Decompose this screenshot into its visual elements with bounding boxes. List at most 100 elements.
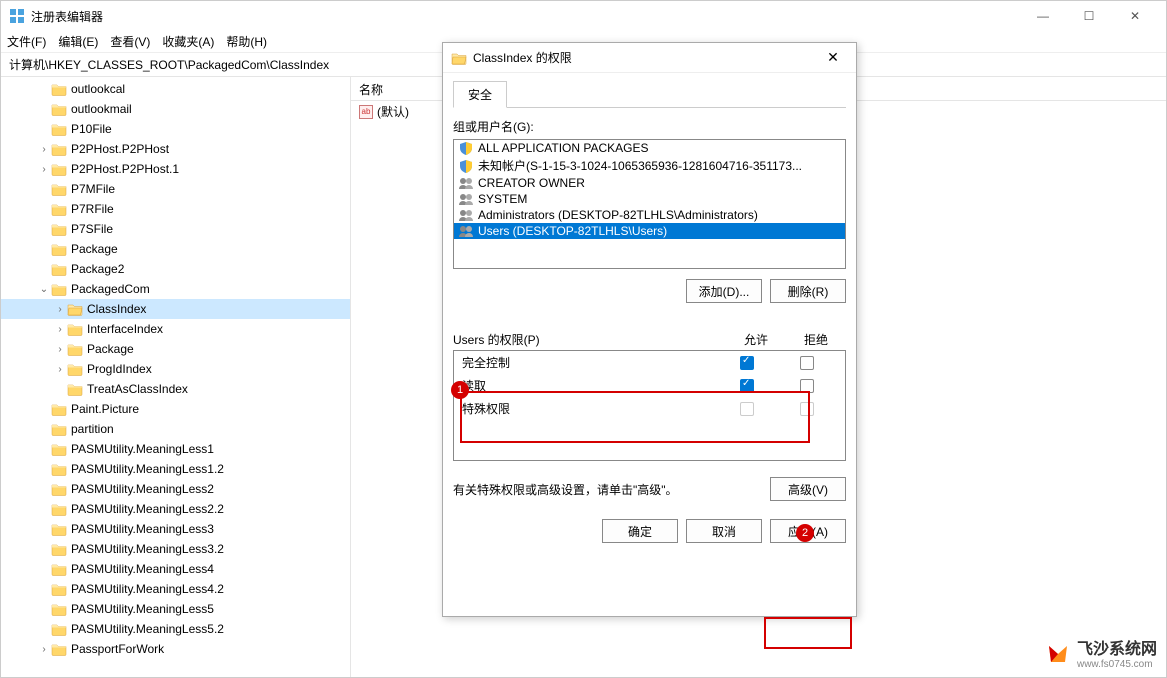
tree-item[interactable]: outlookmail <box>1 99 350 119</box>
remove-button[interactable]: 删除(R) <box>770 279 846 303</box>
checkbox-deny <box>800 402 814 416</box>
maximize-button[interactable]: ☐ <box>1066 1 1112 31</box>
tree-item[interactable]: P7MFile <box>1 179 350 199</box>
folder-icon <box>51 422 67 436</box>
permission-name: 读取 <box>462 377 717 394</box>
users-icon <box>458 176 474 190</box>
menu-fav[interactable]: 收藏夹(A) <box>162 33 214 50</box>
tree-item-label: P7SFile <box>71 222 113 236</box>
permission-row: 特殊权限 <box>454 397 845 420</box>
folder-icon <box>51 522 67 536</box>
tree-item[interactable]: PASMUtility.MeaningLess2 <box>1 479 350 499</box>
tree-item[interactable]: PASMUtility.MeaningLess1 <box>1 439 350 459</box>
minimize-button[interactable]: — <box>1020 1 1066 31</box>
menu-view[interactable]: 查看(V) <box>110 33 150 50</box>
window-controls: — ☐ ✕ <box>1020 1 1158 31</box>
tree-item[interactable]: › PassportForWork <box>1 639 350 659</box>
user-row[interactable]: ALL APPLICATION PACKAGES <box>454 140 845 156</box>
group-users-label: 组或用户名(G): <box>453 118 846 135</box>
checkbox-allow <box>740 402 754 416</box>
list-col-name[interactable]: 名称 <box>351 77 391 100</box>
tree-item[interactable]: TreatAsClassIndex <box>1 379 350 399</box>
user-row[interactable]: CREATOR OWNER <box>454 175 845 191</box>
chevron-right-icon[interactable]: › <box>53 324 67 335</box>
folder-icon <box>51 482 67 496</box>
close-button[interactable]: ✕ <box>1112 1 1158 31</box>
chevron-right-icon[interactable]: › <box>37 144 51 155</box>
tree-item-label: outlookmail <box>71 102 132 116</box>
apply-button[interactable]: 应用(A) <box>770 519 846 543</box>
tab-security[interactable]: 安全 <box>453 81 507 108</box>
dialog-close-button[interactable]: ✕ <box>818 49 848 66</box>
tree-item[interactable]: PASMUtility.MeaningLess4.2 <box>1 579 350 599</box>
folder-icon <box>67 382 83 396</box>
tree-item[interactable]: PASMUtility.MeaningLess3 <box>1 519 350 539</box>
folder-icon <box>451 51 467 65</box>
user-row[interactable]: Administrators (DESKTOP-82TLHLS\Administ… <box>454 207 845 223</box>
user-name: 未知帐户(S-1-15-3-1024-1065365936-1281604716… <box>478 157 802 174</box>
user-row[interactable]: SYSTEM <box>454 191 845 207</box>
tree-item[interactable]: partition <box>1 419 350 439</box>
menu-edit[interactable]: 编辑(E) <box>58 33 98 50</box>
user-row[interactable]: Users (DESKTOP-82TLHLS\Users) <box>454 223 845 239</box>
tree-item-label: PackagedCom <box>71 282 150 296</box>
tree-item[interactable]: ›ClassIndex <box>1 299 350 319</box>
chevron-right-icon[interactable]: › <box>37 164 51 175</box>
add-button[interactable]: 添加(D)... <box>686 279 762 303</box>
tree-item-label: partition <box>71 422 114 436</box>
tree-item-label: Package <box>71 242 118 256</box>
chevron-right-icon[interactable]: › <box>53 344 67 355</box>
tree-item[interactable]: ›InterfaceIndex <box>1 319 350 339</box>
advanced-button[interactable]: 高级(V) <box>770 477 846 501</box>
chevron-right-icon[interactable]: › <box>53 364 67 375</box>
folder-icon <box>67 302 83 316</box>
tree-item-label: Package <box>87 342 134 356</box>
folder-icon <box>51 542 67 556</box>
menu-file[interactable]: 文件(F) <box>7 33 46 50</box>
watermark-icon <box>1045 640 1071 666</box>
tree-item[interactable]: P10File <box>1 119 350 139</box>
folder-icon <box>51 82 67 96</box>
shield-icon <box>458 159 474 173</box>
tree-item[interactable]: PASMUtility.MeaningLess3.2 <box>1 539 350 559</box>
checkbox-deny[interactable] <box>800 356 814 370</box>
user-list[interactable]: ALL APPLICATION PACKAGES未知帐户(S-1-15-3-10… <box>453 139 846 269</box>
tree-item[interactable]: Package <box>1 239 350 259</box>
tree-item[interactable]: PASMUtility.MeaningLess4 <box>1 559 350 579</box>
tree-item[interactable]: outlookcal <box>1 79 350 99</box>
tree-item[interactable]: P7SFile <box>1 219 350 239</box>
chevron-down-icon[interactable]: ⌄ <box>37 284 51 295</box>
tree-item[interactable]: PASMUtility.MeaningLess2.2 <box>1 499 350 519</box>
folder-icon <box>51 402 67 416</box>
folder-icon <box>51 102 67 116</box>
tree-item[interactable]: ›P2PHost.P2PHost.1 <box>1 159 350 179</box>
user-buttons-row: 添加(D)... 删除(R) <box>453 279 846 303</box>
user-name: Users (DESKTOP-82TLHLS\Users) <box>478 224 667 238</box>
tree-item[interactable]: Package2 <box>1 259 350 279</box>
cancel-button[interactable]: 取消 <box>686 519 762 543</box>
folder-icon <box>51 182 67 196</box>
menu-help[interactable]: 帮助(H) <box>226 33 267 50</box>
tree-item[interactable]: ›ProgIdIndex <box>1 359 350 379</box>
checkbox-deny[interactable] <box>800 379 814 393</box>
user-name: CREATOR OWNER <box>478 176 585 190</box>
ok-button[interactable]: 确定 <box>602 519 678 543</box>
checkbox-allow[interactable] <box>740 356 754 370</box>
checkbox-allow[interactable] <box>740 379 754 393</box>
tree-item[interactable]: PASMUtility.MeaningLess5.2 <box>1 619 350 639</box>
folder-icon <box>51 122 67 136</box>
user-row[interactable]: 未知帐户(S-1-15-3-1024-1065365936-1281604716… <box>454 156 845 175</box>
tree-item[interactable]: P7RFile <box>1 199 350 219</box>
tree-item-label: PassportForWork <box>71 642 164 656</box>
tree-item[interactable]: Paint.Picture <box>1 399 350 419</box>
watermark: 飞沙系统网 www.fs0745.com <box>1045 635 1157 670</box>
tree-item[interactable]: PASMUtility.MeaningLess1.2 <box>1 459 350 479</box>
tree-item[interactable]: › Package <box>1 339 350 359</box>
tree-item[interactable]: ⌄ PackagedCom <box>1 279 350 299</box>
chevron-right-icon[interactable]: › <box>37 644 51 655</box>
tree-pane[interactable]: outlookcaloutlookmailP10File›P2PHost.P2P… <box>1 77 351 677</box>
tree-item[interactable]: PASMUtility.MeaningLess5 <box>1 599 350 619</box>
tree-item-label: PASMUtility.MeaningLess4.2 <box>71 582 224 596</box>
tree-item[interactable]: ›P2PHost.P2PHost <box>1 139 350 159</box>
chevron-right-icon[interactable]: › <box>53 304 67 315</box>
